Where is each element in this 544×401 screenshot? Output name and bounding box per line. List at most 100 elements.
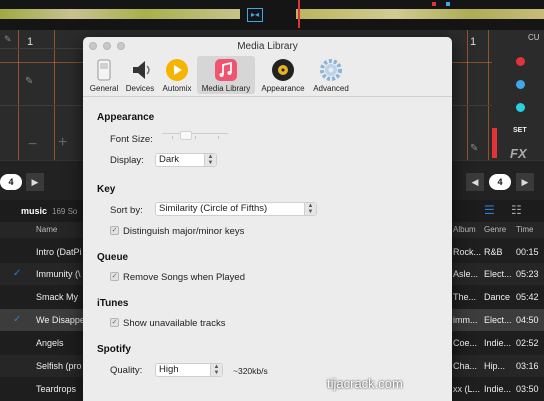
slider-tick <box>172 136 173 139</box>
tab-media-library[interactable]: Media Library <box>197 56 255 94</box>
cell-time: 04:50 <box>516 315 539 325</box>
cell-time: 05:42 <box>516 292 539 302</box>
cell-album: Coe... <box>453 338 478 348</box>
cell-name: Selfish (pro <box>36 361 82 371</box>
pencil-icon[interactable]: ✎ <box>4 34 12 45</box>
play-button-left[interactable]: ▶ <box>26 173 44 191</box>
sync-icon[interactable]: ▸◂ <box>247 8 263 22</box>
display-label: Display: <box>110 155 144 166</box>
sort-by-value: Similarity (Circle of Fifths) <box>159 203 268 214</box>
cell-genre: Dance <box>484 292 511 302</box>
cell-genre: Elect... <box>484 315 512 325</box>
cell-album: imm... <box>453 315 478 325</box>
col-genre[interactable]: Genre <box>484 225 506 234</box>
set-button[interactable]: SET <box>513 127 527 134</box>
tab-advanced[interactable]: Advanced <box>310 56 352 94</box>
sort-by-label: Sort by: <box>110 205 143 216</box>
deck-side-marker <box>492 128 497 158</box>
cell-album: Asle... <box>453 269 479 279</box>
minus-icon[interactable]: − <box>28 136 37 154</box>
cell-album: Cha... <box>453 361 478 371</box>
key-heading: Key <box>97 184 116 195</box>
title-bar[interactable]: Media Library <box>83 37 452 54</box>
cell-genre: Hip... <box>484 361 506 371</box>
cell-genre: R&B <box>484 247 503 257</box>
itunes-heading: iTunes <box>97 298 129 309</box>
deck-number: 1 <box>27 36 34 48</box>
col-time[interactable]: Time <box>516 225 533 234</box>
show-unavailable-label: Show unavailable tracks <box>123 318 226 329</box>
display-select[interactable]: Dark ▲ ▼ <box>155 153 217 167</box>
remove-songs-label: Remove Songs when Played <box>123 272 245 283</box>
cell-name: Intro (DatPi <box>36 247 82 257</box>
preferences-content: Appearance Font Size: Display: Dark ▲ ▼ K… <box>83 97 452 401</box>
tab-appearance[interactable]: Appearance <box>257 56 309 94</box>
fx-button[interactable]: FX <box>510 146 527 161</box>
hot-cue-cyan-dot[interactable] <box>516 103 525 112</box>
tab-label: General <box>89 84 119 93</box>
quality-select[interactable]: High ▲ ▼ <box>155 363 223 377</box>
font-size-label: Font Size: <box>110 134 153 145</box>
preferences-toolbar: General Devices Automix Media Library Ap… <box>83 54 452 97</box>
chevron-updown-icon: ▲ ▼ <box>210 364 222 376</box>
slider-tick <box>195 136 196 139</box>
remove-songs-checkbox[interactable]: ✓ <box>110 272 119 281</box>
cell-name: Angels <box>36 338 64 348</box>
grid-view-icon[interactable]: ☷ <box>511 203 522 217</box>
col-name[interactable]: Name <box>36 225 57 234</box>
tab-label: Devices <box>125 84 155 93</box>
cell-name: We Disappe <box>36 315 85 325</box>
pencil-icon[interactable]: ✎ <box>470 143 478 154</box>
pencil-icon[interactable]: ✎ <box>25 76 33 87</box>
playhead-marker <box>298 0 300 28</box>
deck-number: 1 <box>470 36 477 48</box>
quality-value: High <box>159 364 179 375</box>
checkmark-icon: ✓ <box>13 268 22 279</box>
speaker-icon <box>133 61 150 79</box>
sort-by-select[interactable]: Similarity (Circle of Fifths) ▲ ▼ <box>155 202 317 216</box>
loop-length-right[interactable]: 4 <box>489 174 511 190</box>
cell-name: Teardrops <box>36 384 77 394</box>
cell-genre: Indie... <box>484 384 512 394</box>
loop-value: 4 <box>497 177 503 187</box>
cell-time: 05:23 <box>516 269 539 279</box>
plus-icon[interactable]: + <box>58 134 67 152</box>
tab-automix[interactable]: Automix <box>159 56 195 94</box>
list-view-icon[interactable]: ☰ <box>484 203 495 217</box>
spotify-heading: Spotify <box>97 344 131 355</box>
watermark-text: tijacrack.com <box>327 376 403 391</box>
slider-knob[interactable] <box>180 131 192 140</box>
waveform-overview[interactable]: ▸◂ <box>0 0 544 30</box>
chevron-updown-icon: ▲ ▼ <box>304 203 316 215</box>
library-title: music <box>21 206 48 216</box>
cue-label: CU <box>528 33 540 42</box>
distinguish-checkbox[interactable]: ✓ <box>110 226 119 235</box>
slider-tick <box>218 136 219 139</box>
col-album[interactable]: Album <box>453 225 476 234</box>
music-library-icon <box>215 59 237 81</box>
appearance-disc-icon <box>272 59 294 81</box>
tab-general[interactable]: General <box>87 56 121 94</box>
loop-back-button[interactable]: ◀ <box>466 173 484 191</box>
cell-genre: Indie... <box>484 338 512 348</box>
show-unavailable-checkbox[interactable]: ✓ <box>110 318 119 327</box>
tab-label: Appearance <box>261 84 305 93</box>
tab-label: Media Library <box>201 84 251 93</box>
gear-icon <box>320 59 342 81</box>
hot-cue-red-dot[interactable] <box>516 57 525 66</box>
cell-time: 03:50 <box>516 384 539 394</box>
loop-forward-button[interactable]: ▶ <box>516 173 534 191</box>
checkmark-icon: ✓ <box>13 314 22 325</box>
loop-length-left[interactable]: 4 <box>0 174 22 190</box>
dialog-title: Media Library <box>237 41 298 52</box>
hot-cue-blue-dot[interactable] <box>516 80 525 89</box>
tab-devices[interactable]: Devices <box>122 56 158 94</box>
preferences-dialog: Media Library General Devices Automix Me… <box>83 37 452 401</box>
cell-album: xx (L... <box>453 384 481 394</box>
cell-time: 02:52 <box>516 338 539 348</box>
font-size-slider[interactable] <box>162 131 228 144</box>
cue-marker <box>446 2 450 6</box>
switch-icon <box>97 59 111 81</box>
chevron-updown-icon: ▲ ▼ <box>204 154 216 166</box>
cell-name: Immunity (\ <box>36 269 81 279</box>
